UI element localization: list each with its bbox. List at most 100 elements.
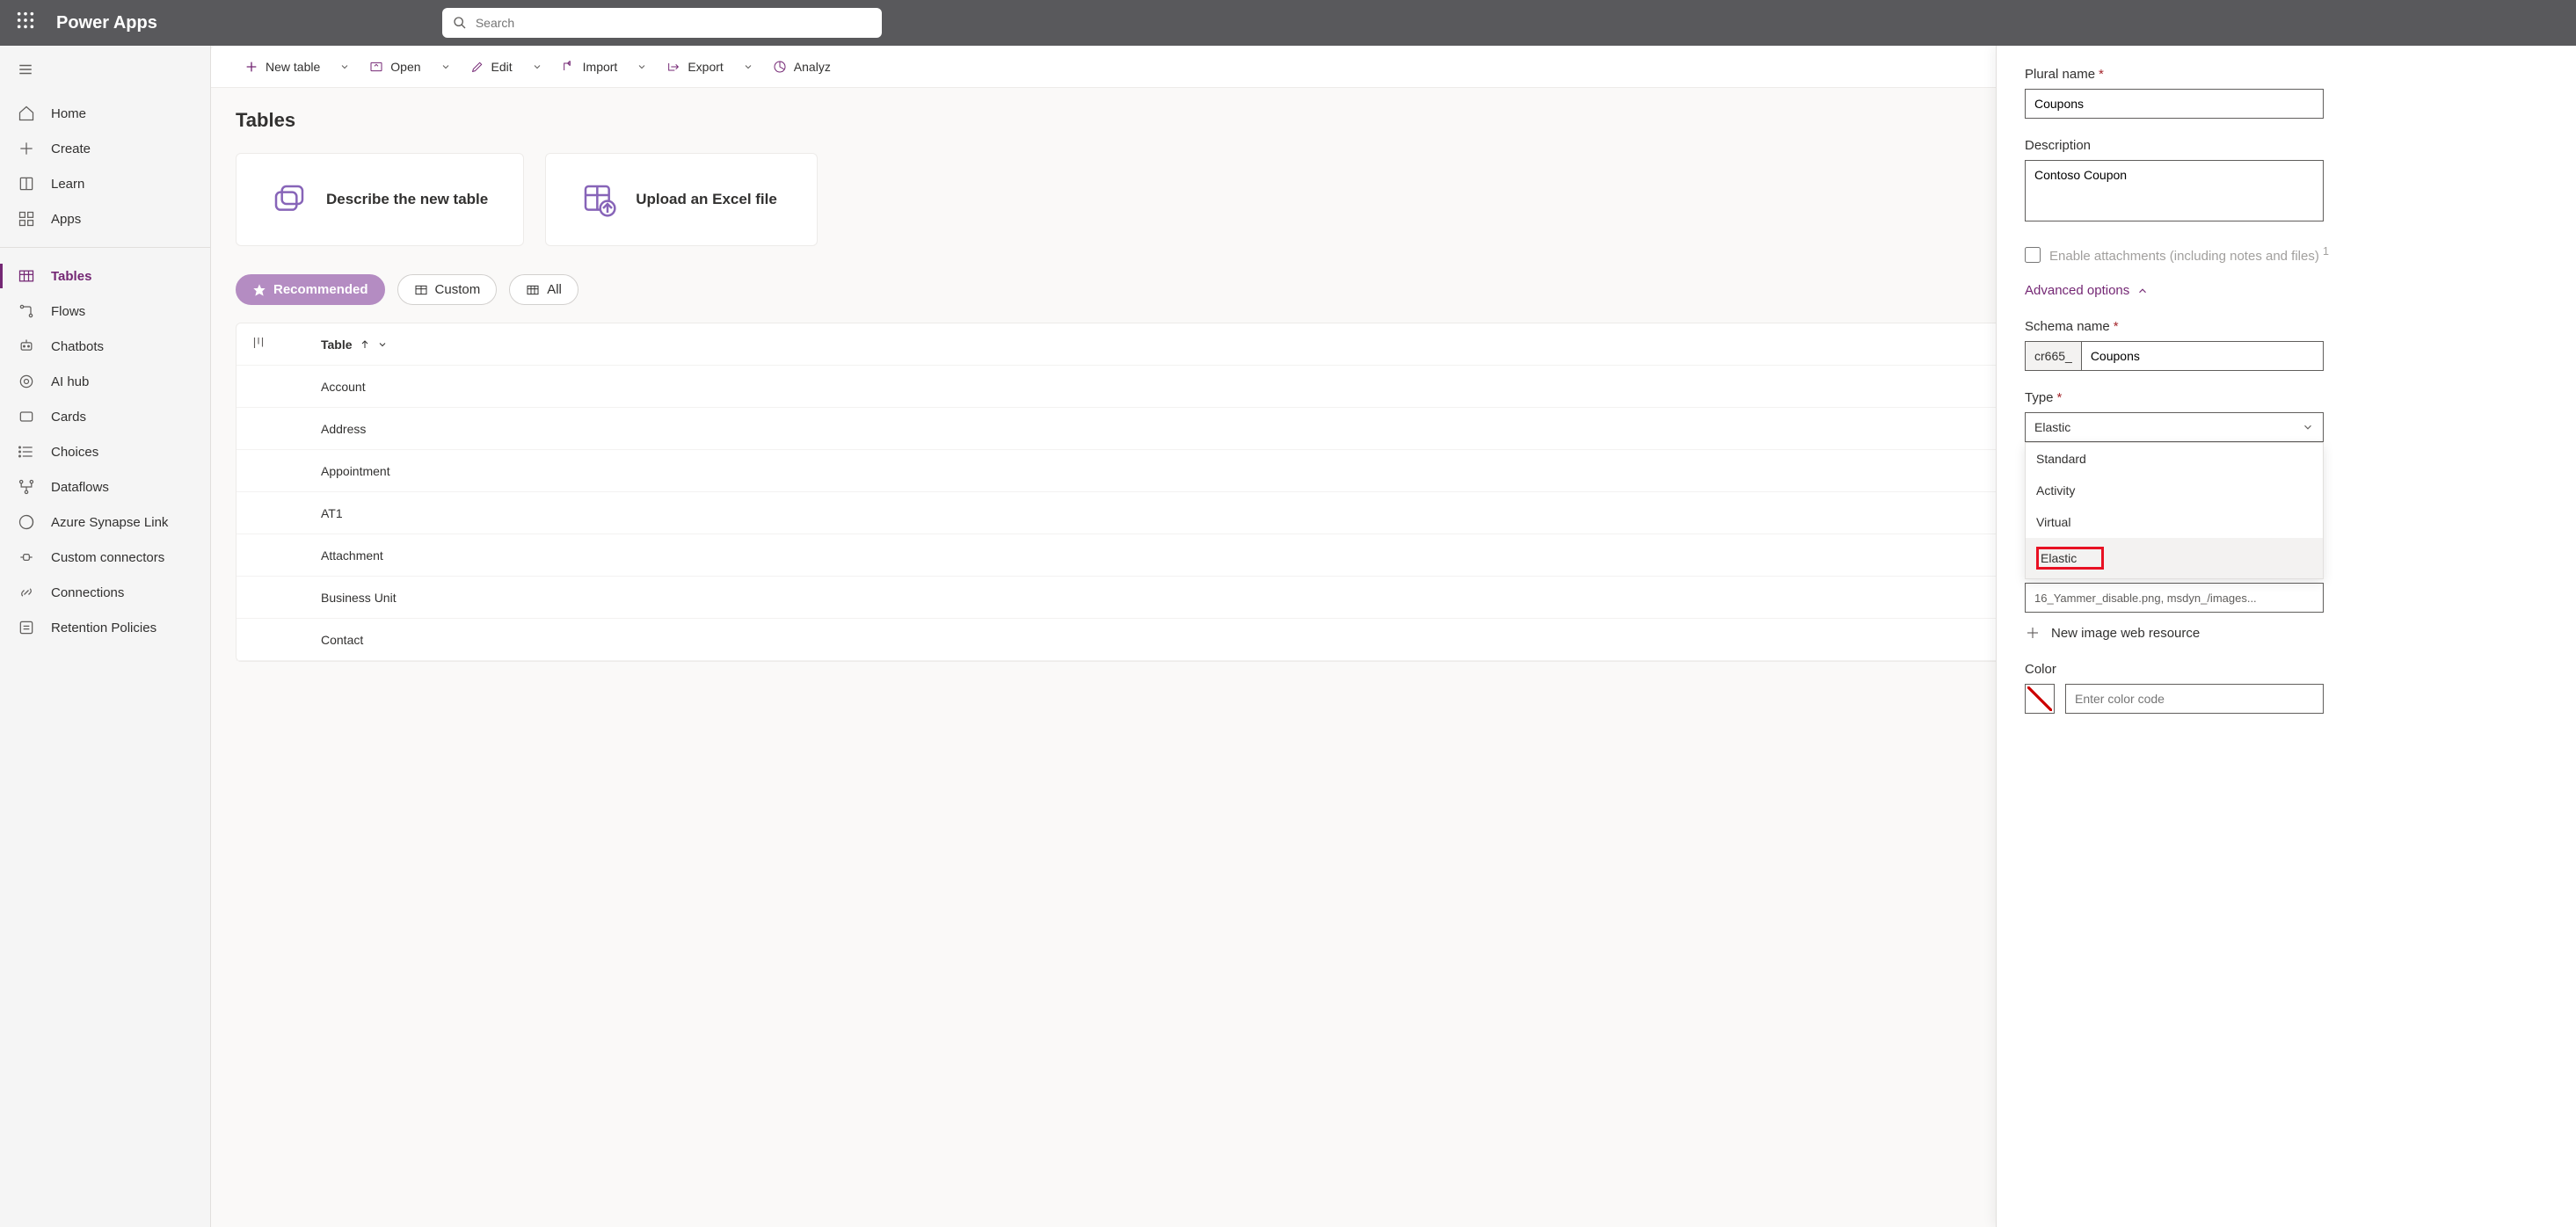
import-button[interactable]: Import xyxy=(553,54,627,79)
nav-retention[interactable]: Retention Policies xyxy=(0,610,210,645)
type-option-elastic[interactable]: Elastic xyxy=(2026,538,2323,578)
cards-icon xyxy=(18,408,35,425)
column-label: Table xyxy=(321,338,353,352)
card-label: Describe the new table xyxy=(326,191,488,208)
retention-icon xyxy=(18,619,35,636)
nav-label: Chatbots xyxy=(51,339,104,354)
nav-choices[interactable]: Choices xyxy=(0,434,210,469)
pie-icon xyxy=(773,60,787,74)
chip-label: Recommended xyxy=(273,282,368,297)
card-label: Upload an Excel file xyxy=(636,191,777,208)
upload-table-icon xyxy=(581,182,616,217)
export-icon xyxy=(666,60,680,74)
apps-icon xyxy=(18,210,35,228)
nav-apps[interactable]: Apps xyxy=(0,201,210,236)
type-dropdown: Standard Activity Virtual Elastic xyxy=(2025,442,2324,579)
export-chevron[interactable] xyxy=(736,56,760,77)
type-option-virtual[interactable]: Virtual xyxy=(2026,506,2323,538)
schema-name-label: Schema name* xyxy=(2025,319,2324,334)
nav-label: Home xyxy=(51,106,86,121)
type-selected: Elastic xyxy=(2034,420,2070,434)
nav-tables[interactable]: Tables xyxy=(0,258,210,294)
connection-icon xyxy=(18,584,35,601)
connector-icon xyxy=(18,548,35,566)
new-image-resource-button[interactable]: New image web resource xyxy=(2025,625,2324,641)
analyze-button[interactable]: Analyz xyxy=(764,54,840,79)
type-select[interactable]: Elastic xyxy=(2025,412,2324,442)
new-image-label: New image web resource xyxy=(2051,626,2200,641)
plus-icon xyxy=(2025,625,2041,641)
button-label: Edit xyxy=(491,60,513,74)
export-button[interactable]: Export xyxy=(658,54,731,79)
nav-dataflows[interactable]: Dataflows xyxy=(0,469,210,505)
type-option-standard[interactable]: Standard xyxy=(2026,443,2323,475)
nav-label: Flows xyxy=(51,304,85,319)
nav-label: Dataflows xyxy=(51,480,109,495)
chip-recommended[interactable]: Recommended xyxy=(236,274,385,305)
grid-icon xyxy=(414,283,428,297)
advanced-options-toggle[interactable]: Advanced options xyxy=(2025,283,2548,298)
list-icon xyxy=(18,443,35,461)
nav-connectors[interactable]: Custom connectors xyxy=(0,540,210,575)
open-icon xyxy=(369,60,383,74)
enable-attachments-checkbox[interactable] xyxy=(2025,247,2041,263)
nav-flows[interactable]: Flows xyxy=(0,294,210,329)
synapse-icon xyxy=(18,513,35,531)
flow-icon xyxy=(18,302,35,320)
edit-button[interactable]: Edit xyxy=(462,54,521,79)
import-icon xyxy=(562,60,576,74)
color-code-input[interactable] xyxy=(2065,684,2324,714)
button-label: Export xyxy=(688,60,723,74)
chip-all[interactable]: All xyxy=(509,274,579,305)
brand-label: Power Apps xyxy=(56,13,157,33)
color-swatch[interactable] xyxy=(2025,684,2055,714)
nav-label: Tables xyxy=(51,269,91,284)
nav-synapse[interactable]: Azure Synapse Link xyxy=(0,505,210,540)
nav-aihub[interactable]: AI hub xyxy=(0,364,210,399)
hamburger-button[interactable] xyxy=(0,53,210,91)
nav-home[interactable]: Home xyxy=(0,96,210,131)
new-table-chevron[interactable] xyxy=(332,56,357,77)
description-label: Description xyxy=(2025,138,2324,153)
nav-label: Cards xyxy=(51,410,86,425)
describe-table-card[interactable]: Describe the new table xyxy=(236,153,524,246)
enable-attachments-label: Enable attachments (including notes and … xyxy=(2049,245,2329,264)
schema-name-input[interactable] xyxy=(2081,341,2324,371)
new-table-button[interactable]: New table xyxy=(236,54,329,79)
topbar: Power Apps xyxy=(0,0,2576,46)
button-label: Open xyxy=(390,60,420,74)
chevron-down-icon xyxy=(440,62,451,72)
nav-label: Choices xyxy=(51,445,98,460)
import-chevron[interactable] xyxy=(629,56,654,77)
waffle-icon[interactable] xyxy=(16,11,35,35)
open-chevron[interactable] xyxy=(433,56,458,77)
ai-icon xyxy=(18,373,35,390)
nav-cards[interactable]: Cards xyxy=(0,399,210,434)
nav-chatbots[interactable]: Chatbots xyxy=(0,329,210,364)
chevron-down-icon xyxy=(2302,421,2314,433)
pencil-icon xyxy=(470,60,484,74)
dataflow-icon xyxy=(18,478,35,496)
image-resource-input[interactable]: 16_Yammer_disable.png, msdyn_/images... xyxy=(2025,583,2324,613)
nav-label: Retention Policies xyxy=(51,621,156,635)
chevron-down-icon xyxy=(339,62,350,72)
chatbot-icon xyxy=(18,338,35,355)
upload-excel-card[interactable]: Upload an Excel file xyxy=(545,153,818,246)
description-input[interactable] xyxy=(2025,160,2324,221)
left-nav: Home Create Learn Apps xyxy=(0,46,211,1227)
schema-prefix: cr665_ xyxy=(2025,341,2081,371)
open-button[interactable]: Open xyxy=(360,54,429,79)
nav-label: Create xyxy=(51,142,91,156)
nav-label: Learn xyxy=(51,177,84,192)
type-option-activity[interactable]: Activity xyxy=(2026,475,2323,506)
nav-create[interactable]: Create xyxy=(0,131,210,166)
nav-learn[interactable]: Learn xyxy=(0,166,210,201)
nav-connections[interactable]: Connections xyxy=(0,575,210,610)
plural-name-input[interactable] xyxy=(2025,89,2324,119)
chip-custom[interactable]: Custom xyxy=(397,274,498,305)
search-input[interactable] xyxy=(476,16,871,30)
column-options-icon[interactable] xyxy=(251,335,266,351)
chevron-down-icon xyxy=(377,339,388,350)
search-box[interactable] xyxy=(442,8,882,38)
edit-chevron[interactable] xyxy=(525,56,549,77)
